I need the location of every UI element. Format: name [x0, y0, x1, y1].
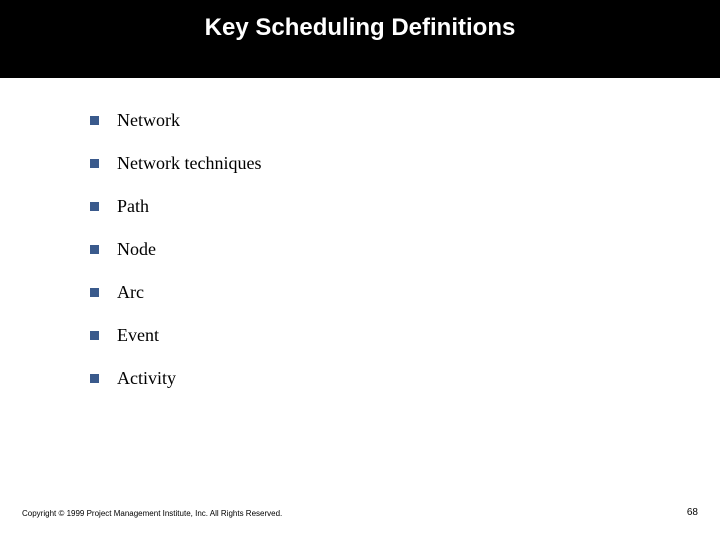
bullet-icon [90, 245, 99, 254]
list-item: Network [90, 110, 720, 131]
bullet-icon [90, 331, 99, 340]
page-number: 68 [687, 507, 698, 518]
list-item: Activity [90, 368, 720, 389]
bullet-label: Path [117, 196, 149, 217]
list-item: Arc [90, 282, 720, 303]
copyright-text: Copyright © 1999 Project Management Inst… [22, 509, 282, 518]
bullet-icon [90, 116, 99, 125]
bullet-icon [90, 159, 99, 168]
bullet-label: Node [117, 239, 156, 260]
bullet-label: Arc [117, 282, 144, 303]
bullet-icon [90, 374, 99, 383]
bullet-label: Event [117, 325, 159, 346]
slide-title: Key Scheduling Definitions [205, 14, 516, 42]
title-bar: Key Scheduling Definitions [0, 0, 720, 78]
bullet-label: Network techniques [117, 153, 261, 174]
bullet-label: Activity [117, 368, 176, 389]
footer: Copyright © 1999 Project Management Inst… [0, 507, 720, 518]
content-area: Network Network techniques Path Node Arc… [0, 78, 720, 389]
bullet-icon [90, 202, 99, 211]
list-item: Network techniques [90, 153, 720, 174]
bullet-icon [90, 288, 99, 297]
list-item: Node [90, 239, 720, 260]
bullet-label: Network [117, 110, 180, 131]
list-item: Event [90, 325, 720, 346]
list-item: Path [90, 196, 720, 217]
